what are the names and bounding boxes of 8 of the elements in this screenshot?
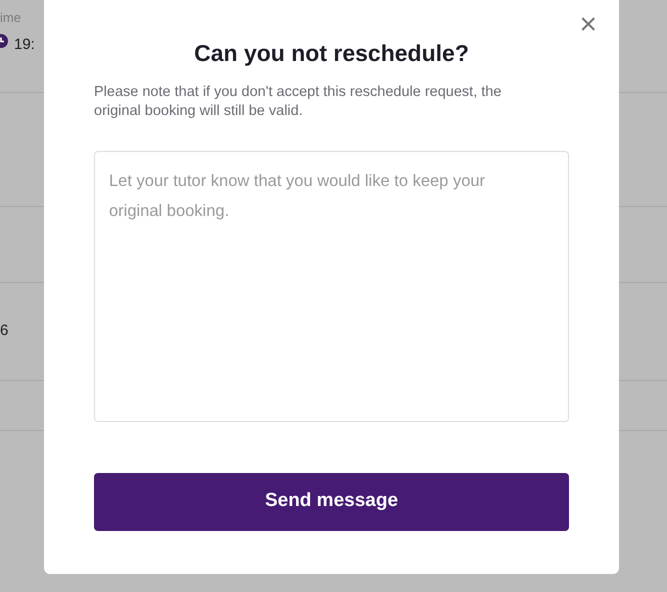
table-cell-text: 6 (0, 321, 8, 342)
modal-title: Can you not reschedule? (193, 40, 470, 68)
close-button[interactable]: × (577, 10, 599, 40)
note-text: Please note that if you don't accept this reschedule request, the original booking will still be valid. (94, 82, 502, 121)
send-message-button[interactable]: Send message (94, 472, 569, 531)
time-text: 19: (14, 35, 35, 55)
message-field[interactable]: Let your tutor know that you would like to keep your original booking. (94, 150, 569, 422)
column-header: ime (0, 10, 21, 25)
